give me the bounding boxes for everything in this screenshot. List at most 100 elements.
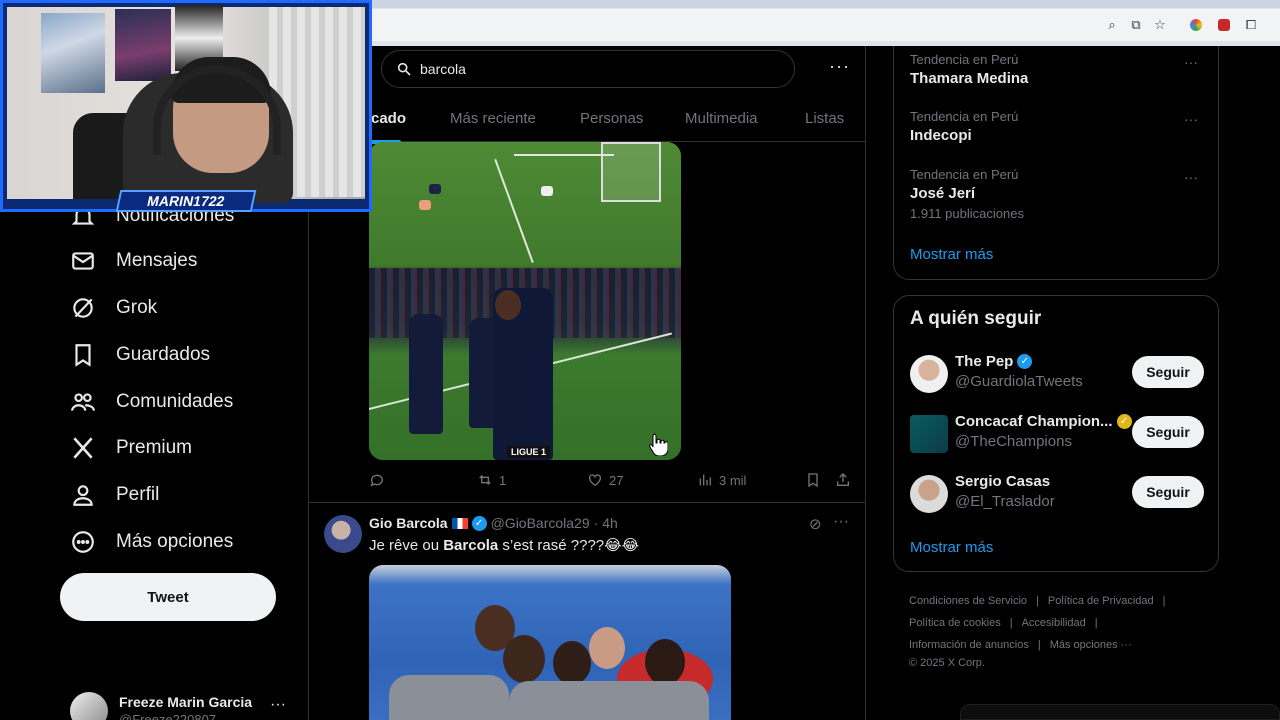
suggestion-name-text: Sergio Casas	[955, 473, 1051, 490]
footer-link[interactable]: Accesibilidad	[1022, 617, 1086, 629]
grok-icon	[73, 298, 93, 318]
tweet-button[interactable]: Tweet	[60, 573, 276, 621]
post-image-team-photo[interactable]	[369, 565, 731, 720]
follow-button[interactable]: Seguir	[1132, 476, 1204, 508]
post-image-goal[interactable]	[369, 142, 681, 266]
follow-suggestion[interactable]: Sergio Casas @El_Traslador Seguir	[910, 473, 1206, 513]
account-switcher[interactable]: Freeze Marin Garcia @Freeze220807 ···	[70, 688, 290, 720]
post-text-part: s’est rasé ????😂😂	[498, 537, 640, 554]
reply-button[interactable]	[369, 472, 391, 488]
verified-badge-icon: ✓	[471, 515, 487, 531]
footer-link[interactable]: Condiciones de Servicio	[909, 595, 1027, 607]
player-figure	[409, 314, 443, 434]
overlay-bar	[960, 704, 1280, 720]
trend-item[interactable]: Tendencia en Perú Thamara Medina ···	[910, 52, 1206, 87]
suggestion-handle: @TheChampions	[955, 433, 1072, 450]
account-handle: @Freeze220807	[119, 712, 217, 720]
streamer-nametag: MARIN1722	[115, 190, 257, 212]
extensions-puzzle-icon[interactable]: ⧠	[1243, 17, 1259, 33]
nav-item-perfil[interactable]: Perfil	[70, 475, 159, 515]
bookmark-icon	[808, 473, 818, 488]
avatar[interactable]	[324, 515, 362, 553]
retweet-button[interactable]: 1	[477, 472, 506, 488]
zoom-icon[interactable]: ⌕	[1104, 17, 1120, 33]
extension-red-icon[interactable]	[1216, 17, 1232, 33]
post-image-celebration[interactable]: LIGUE 1	[369, 268, 681, 460]
who-to-follow-title: A quién seguir	[910, 308, 1042, 329]
share-icon	[837, 473, 849, 486]
nav-item-premium[interactable]: Premium	[70, 428, 192, 468]
player-jacket	[389, 675, 509, 720]
follow-button[interactable]: Seguir	[1132, 356, 1204, 388]
footer-link[interactable]: Más opciones ···	[1050, 639, 1132, 651]
post-text-highlight: Barcola	[443, 537, 499, 554]
suggestion-name-text: The Pep	[955, 353, 1014, 370]
player-head	[553, 641, 591, 685]
trend-item[interactable]: Tendencia en Perú Indecopi ···	[910, 109, 1206, 144]
footer-link[interactable]: Información de anuncios	[909, 639, 1029, 651]
bookmark-button[interactable]	[805, 472, 821, 488]
follow-button[interactable]: Seguir	[1132, 416, 1204, 448]
nav-item-guardados[interactable]: Guardados	[70, 335, 210, 375]
nav-label: Perfil	[116, 484, 160, 505]
suggestion-name: The Pep ✓	[955, 353, 1033, 370]
search-box[interactable]	[381, 50, 795, 88]
footer-link[interactable]: Política de Privacidad	[1048, 595, 1154, 607]
search-input[interactable]	[420, 61, 780, 77]
follow-suggestion[interactable]: Concacaf Champion... ✓ @TheChampions Segu…	[910, 413, 1206, 453]
post-text-part: Je rêve ou	[369, 537, 444, 554]
follow-suggestion[interactable]: The Pep ✓ @GuardiolaTweets Seguir	[910, 353, 1206, 393]
post-media-grid[interactable]: LIGUE 1	[369, 142, 681, 460]
main-timeline: ··· cado Más reciente Personas Multimedi…	[308, 46, 866, 720]
post-author-name[interactable]: Gio Barcola	[369, 515, 448, 531]
footer-links: Condiciones de Servicio | Política de Priv…	[909, 590, 1219, 674]
post[interactable]: Gio Barcola ✓ @GioBarcola29 · 4h ⊘ ··· J…	[309, 503, 865, 720]
bookmark-icon	[75, 344, 91, 367]
like-button[interactable]: 27	[587, 472, 623, 488]
hand-cursor-icon	[649, 433, 668, 456]
avatar[interactable]	[910, 355, 948, 393]
tab-mas-reciente[interactable]: Más reciente	[450, 110, 536, 127]
star-bookmark-icon[interactable]: ☆	[1152, 17, 1168, 33]
avatar[interactable]	[910, 475, 948, 513]
trend-item[interactable]: Tendencia en Perú José Jerí 1.911 public…	[910, 167, 1206, 221]
retweet-icon	[479, 475, 491, 485]
trend-caption: Tendencia en Perú	[910, 109, 1019, 124]
trends-panel: Tendencia en Perú Thamara Medina ··· Ten…	[893, 46, 1219, 280]
extension-colorful-icon[interactable]	[1188, 17, 1204, 33]
x-logo-icon	[73, 437, 93, 459]
share-button[interactable]	[835, 472, 851, 488]
tab-multimedia[interactable]: Multimedia	[685, 110, 758, 127]
webcam-nametag-layer: MARIN1722	[0, 0, 372, 212]
who-to-follow-panel: A quién seguir The Pep ✓ @GuardiolaTweets…	[893, 295, 1219, 572]
search-options-more-icon[interactable]: ···	[829, 56, 850, 77]
envelope-icon	[72, 252, 94, 270]
more-horizontal-icon[interactable]: ···	[270, 696, 286, 714]
more-horizontal-icon[interactable]: ···	[1184, 111, 1198, 127]
more-horizontal-icon[interactable]: ···	[1184, 169, 1198, 185]
more-horizontal-icon[interactable]: ···	[833, 513, 849, 531]
gold-verified-badge-icon: ✓	[1116, 414, 1132, 429]
post-author-handle[interactable]: @GioBarcola29	[491, 515, 590, 531]
grok-icon[interactable]: ⊘	[809, 515, 822, 533]
post-time[interactable]: · 4h	[594, 515, 618, 531]
trend-post-count: 1.911 publicaciones	[910, 206, 1024, 221]
trends-show-more-link[interactable]: Mostrar más	[910, 246, 1206, 263]
who-to-follow-show-more-link[interactable]: Mostrar más	[910, 539, 993, 556]
tab-personas[interactable]: Personas	[580, 110, 643, 127]
tab-destacado[interactable]: cado	[361, 110, 406, 144]
nav-item-grok[interactable]: Grok	[70, 288, 157, 328]
footer-link[interactable]: Política de cookies	[909, 617, 1001, 629]
install-icon[interactable]: ⧉	[1128, 17, 1144, 33]
concacaf-logo-avatar[interactable]	[910, 415, 948, 453]
account-name: Freeze Marin Garcia	[119, 694, 253, 710]
views-button[interactable]: 3 mil	[697, 472, 746, 488]
trend-title: Indecopi	[910, 127, 972, 144]
nav-item-mas-opciones[interactable]: Más opciones	[70, 522, 233, 562]
nav-item-comunidades[interactable]: Comunidades	[70, 382, 233, 422]
nav-label: Comunidades	[116, 391, 234, 412]
tab-listas[interactable]: Listas	[805, 110, 844, 127]
nav-item-mensajes[interactable]: Mensajes	[70, 241, 197, 281]
more-horizontal-icon[interactable]: ···	[1184, 54, 1198, 70]
like-count: 27	[609, 472, 624, 488]
